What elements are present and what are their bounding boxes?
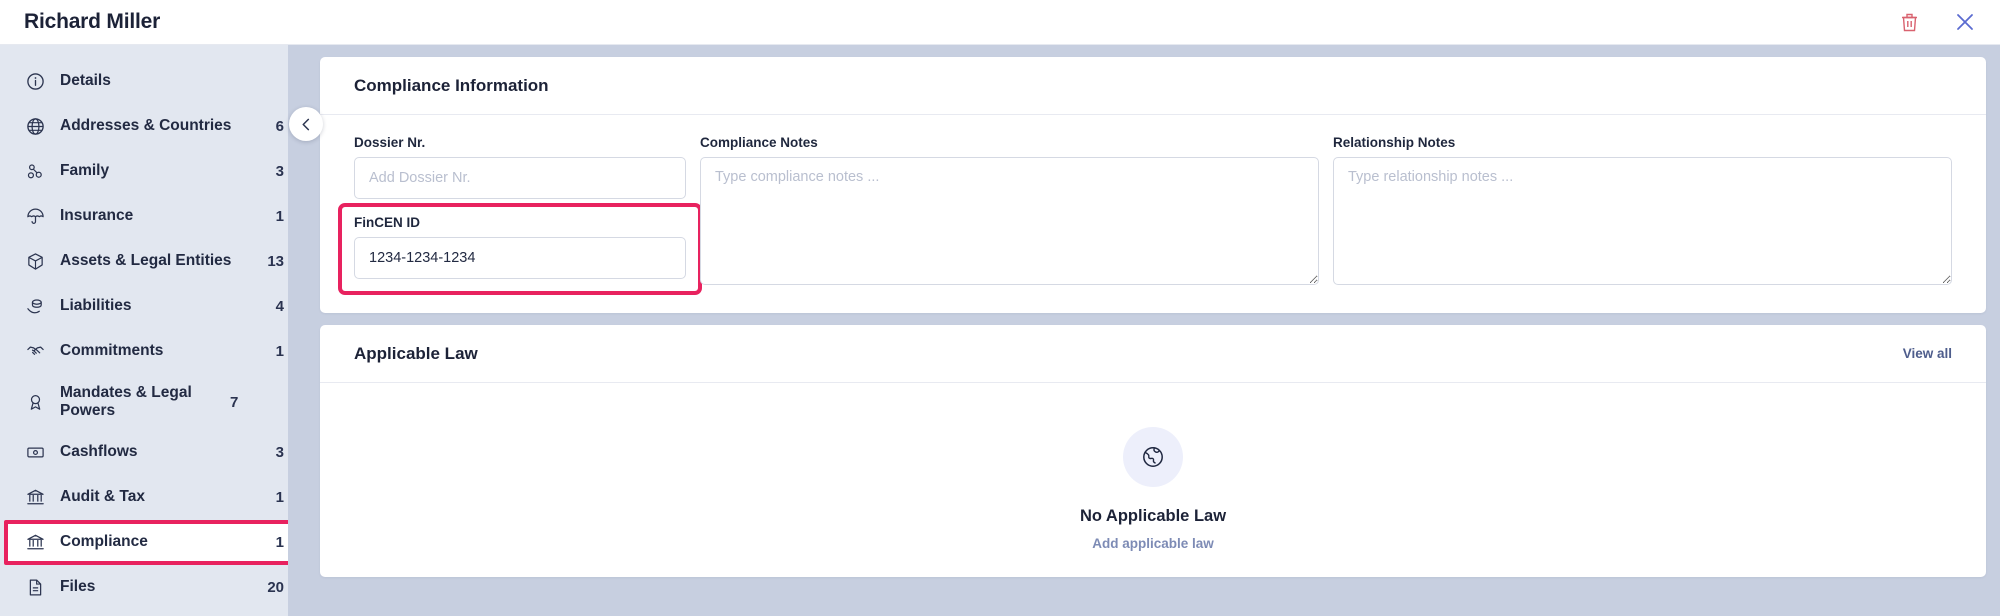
bank-icon — [24, 487, 46, 509]
applicable-law-card: Applicable Law View all No Applicable La… — [320, 325, 1986, 577]
relationship-notes-textarea[interactable] — [1333, 157, 1952, 285]
delete-button[interactable] — [1896, 9, 1922, 35]
info-circle-icon — [24, 71, 46, 93]
bank-icon — [24, 532, 46, 554]
sidebar-item-cashflows[interactable]: Cashflows 3 — [0, 430, 306, 475]
sidebar-item-label: Compliance — [60, 533, 148, 551]
applicable-law-empty-title: No Applicable Law — [1079, 507, 1227, 525]
sidebar-item-addresses-countries[interactable]: Addresses & Countries 6 — [0, 104, 306, 149]
sidebar-item-family[interactable]: Family 3 — [0, 149, 306, 194]
sidebar-item-count: 3 — [275, 163, 284, 180]
sidebar-item-audit-tax[interactable]: Audit & Tax 1 — [0, 475, 306, 520]
sidebar-item-label: Family — [60, 162, 110, 180]
trash-icon — [1901, 13, 1917, 31]
sidebar-item-label: Mandates & Legal Powers — [60, 383, 192, 419]
sidebar-item-assets-legal-entities[interactable]: Assets & Legal Entities 13 — [0, 239, 306, 284]
family-icon — [24, 161, 46, 183]
sidebar-item-count: 1 — [275, 343, 284, 360]
sidebar-item-label: Details — [60, 72, 111, 90]
compliance-card-title: Compliance Information — [354, 75, 549, 95]
dossier-field: Dossier Nr. — [354, 135, 686, 199]
sidebar-collapse-button[interactable] — [289, 107, 323, 141]
sidebar-item-count: 3 — [275, 444, 284, 461]
sidebar-item-insurance[interactable]: Insurance 1 — [0, 194, 306, 239]
app-root: Richard Miller Details Addresses & Count… — [0, 0, 2000, 616]
applicable-law-card-header: Applicable Law View all — [320, 325, 1986, 383]
sidebar-item-label: Files — [60, 578, 96, 596]
body: Details Addresses & Countries 6 Family 3… — [0, 45, 2000, 616]
sidebar-item-mandates-legal-powers[interactable]: Mandates & Legal Powers 7 — [0, 374, 306, 430]
sidebar-item-count: 13 — [267, 253, 284, 270]
sidebar-item-label: Liabilities — [60, 297, 132, 315]
sidebar: Details Addresses & Countries 6 Family 3… — [0, 45, 306, 616]
compliance-card-body: Dossier Nr. FinCEN ID Compliance Notes — [320, 115, 1986, 313]
sidebar-item-compliance[interactable]: Compliance 1 — [4, 520, 302, 565]
file-icon — [24, 577, 46, 599]
applicable-law-empty-state: No Applicable Law Add applicable law — [320, 383, 1986, 577]
top-bar: Richard Miller — [0, 0, 2000, 45]
sidebar-item-count: 1 — [275, 489, 284, 506]
close-button[interactable] — [1952, 9, 1978, 35]
globe-icon — [1123, 427, 1183, 487]
sidebar-item-count: 4 — [275, 298, 284, 315]
sidebar-item-count: 1 — [275, 208, 284, 225]
compliance-form-middle-column: Compliance Notes — [700, 135, 1319, 290]
sidebar-item-liabilities[interactable]: Liabilities 4 — [0, 284, 306, 329]
compliance-notes-textarea[interactable] — [700, 157, 1319, 285]
compliance-form: Dossier Nr. FinCEN ID Compliance Notes — [338, 135, 1952, 295]
sidebar-item-label: Insurance — [60, 207, 134, 225]
sidebar-item-label: Audit & Tax — [60, 488, 145, 506]
fincen-label: FinCEN ID — [354, 215, 420, 230]
compliance-card-header: Compliance Information — [320, 57, 1986, 115]
sidebar-item-label: Assets & Legal Entities — [60, 252, 232, 270]
compliance-form-right-column: Relationship Notes — [1333, 135, 1952, 290]
sidebar-item-count: 7 — [230, 393, 239, 411]
box-icon — [24, 251, 46, 273]
add-applicable-law-link[interactable]: Add applicable law — [1092, 536, 1214, 551]
compliance-notes-label: Compliance Notes — [700, 135, 818, 150]
top-bar-actions — [1896, 9, 1978, 35]
fincen-input[interactable] — [354, 237, 686, 279]
main-content: Compliance Information Dossier Nr. FinCE… — [306, 45, 2000, 616]
sidebar-item-count: 20 — [267, 579, 284, 596]
compliance-information-card: Compliance Information Dossier Nr. FinCE… — [320, 57, 1986, 313]
view-all-link[interactable]: View all — [1903, 346, 1952, 361]
umbrella-icon — [24, 206, 46, 228]
fincen-field: FinCEN ID — [338, 203, 702, 295]
page-title: Richard Miller — [24, 10, 161, 33]
sidebar-item-label: Commitments — [60, 342, 164, 360]
dossier-label: Dossier Nr. — [354, 135, 426, 150]
applicable-law-card-title: Applicable Law — [354, 343, 478, 363]
banknote-icon — [24, 442, 46, 464]
sidebar-item-commitments[interactable]: Commitments 1 — [0, 329, 306, 374]
chevron-left-icon — [302, 118, 309, 130]
handshake-icon — [24, 341, 46, 363]
sidebar-item-count: 6 — [275, 118, 284, 135]
globe-icon — [24, 116, 46, 138]
sidebar-item-count: 1 — [275, 534, 284, 551]
close-icon — [1957, 14, 1973, 30]
award-person-icon — [24, 391, 46, 413]
sidebar-item-files[interactable]: Files 20 — [0, 565, 306, 610]
sidebar-item-details[interactable]: Details — [0, 59, 306, 104]
relationship-notes-label: Relationship Notes — [1333, 135, 1456, 150]
coins-hand-icon — [24, 296, 46, 318]
dossier-input[interactable] — [354, 157, 686, 199]
sidebar-item-label: Addresses & Countries — [60, 117, 232, 135]
compliance-form-left-column: Dossier Nr. FinCEN ID — [338, 135, 702, 295]
sidebar-item-label: Cashflows — [60, 443, 138, 461]
